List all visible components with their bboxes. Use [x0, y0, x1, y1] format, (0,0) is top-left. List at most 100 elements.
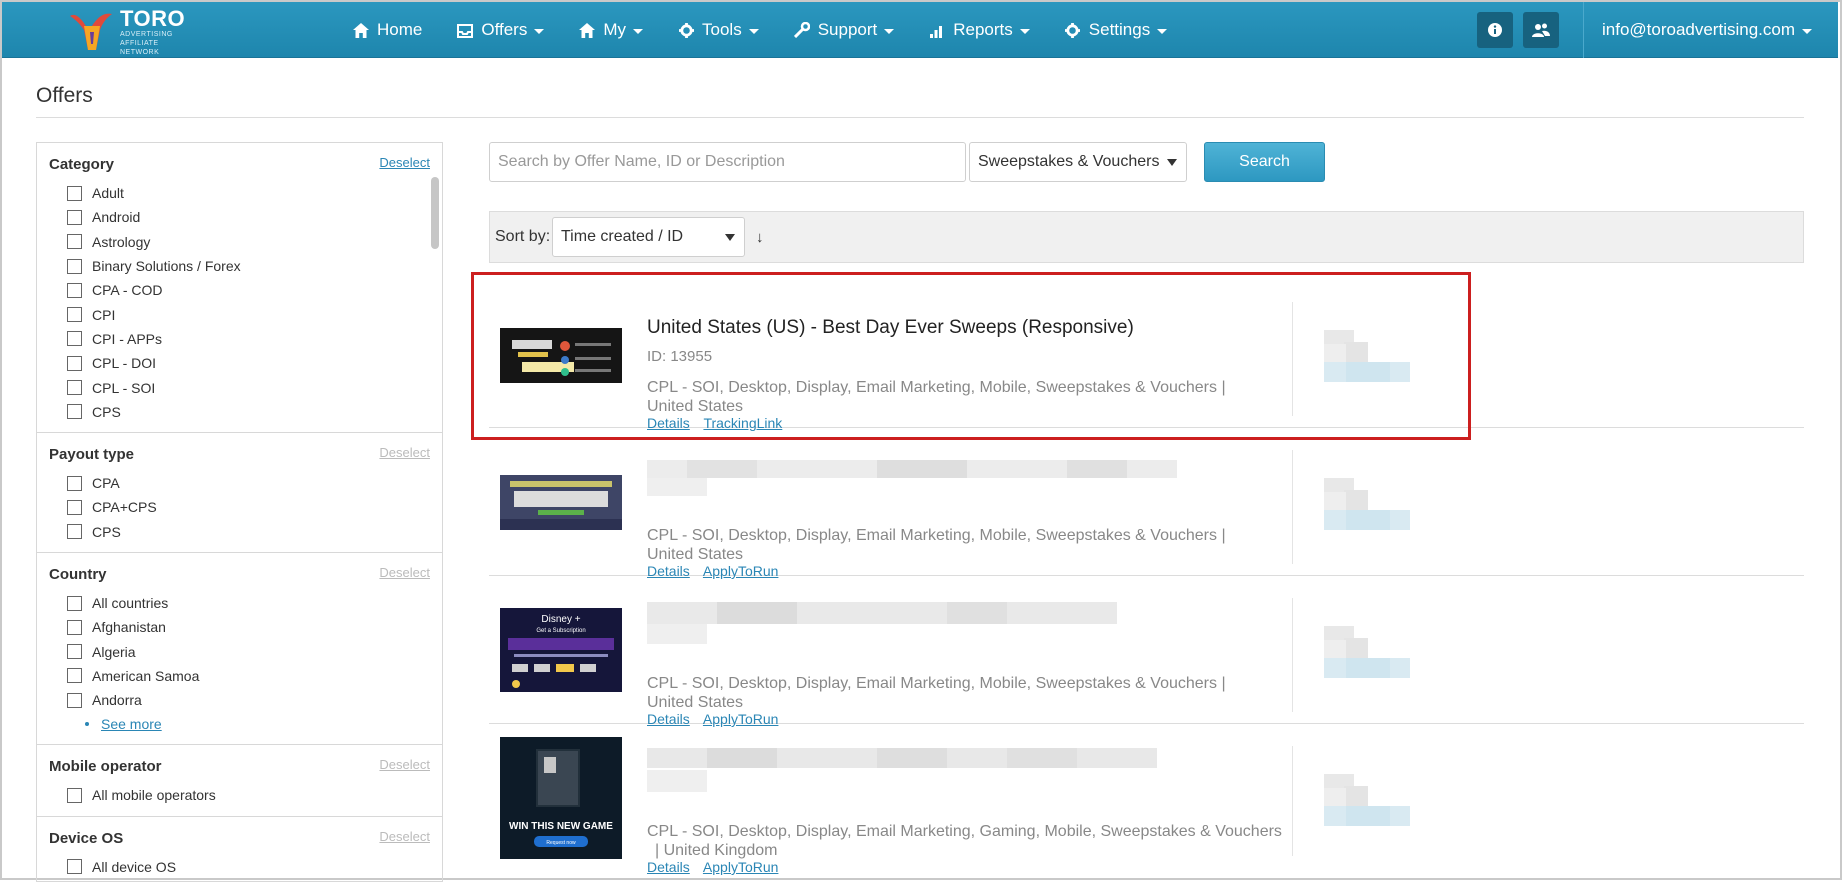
checkbox[interactable] [67, 380, 82, 396]
filter-option[interactable]: Binary Solutions / Forex [49, 254, 442, 278]
filter-option[interactable]: All device OS [49, 855, 442, 879]
filter-option[interactable]: Algeria [49, 639, 442, 663]
brand-tagline: ADVERTISING [120, 30, 173, 38]
checkbox[interactable] [67, 644, 82, 660]
filter-option[interactable]: CPA [49, 471, 442, 495]
chevron-down-icon [884, 28, 895, 34]
deselect-link[interactable]: Deselect [379, 155, 430, 170]
details-link[interactable]: Details [647, 859, 690, 875]
offer-row: CPL - SOI, Desktop, Display, Email Marke… [489, 428, 1804, 579]
checkbox[interactable] [67, 499, 82, 515]
filter-option[interactable]: CPS [49, 400, 442, 424]
offer-thumbnail[interactable] [500, 475, 622, 530]
checkbox[interactable] [67, 787, 82, 803]
checkbox[interactable] [67, 331, 82, 347]
top-navbar: TORO ADVERTISING AFFILIATE NETWORK Home … [2, 2, 1838, 58]
deselect-link[interactable]: Deselect [379, 757, 430, 772]
deselect-link[interactable]: Deselect [379, 565, 430, 580]
apply-to-run-link[interactable]: ApplyToRun [703, 859, 779, 875]
sort-label: Sort by: [495, 228, 551, 245]
chevron-down-icon [534, 28, 545, 34]
filter-option[interactable]: Android [49, 205, 442, 229]
checkbox[interactable] [67, 404, 82, 420]
filter-group-country: Country Deselect All countries Afghanist… [37, 553, 442, 746]
nav-reports-label: Reports [953, 20, 1013, 39]
chevron-down-icon [1019, 28, 1030, 34]
info-icon [1487, 23, 1502, 37]
offer-thumbnail[interactable] [500, 328, 622, 383]
nav-support-label: Support [817, 20, 878, 39]
filter-option[interactable]: Afghanistan [49, 615, 442, 639]
checkbox[interactable] [67, 859, 82, 875]
nav-settings-label: Settings [1088, 20, 1151, 39]
offer-categories: CPL - SOI, Desktop, Display, Email Marke… [647, 527, 1226, 563]
filter-option[interactable]: Astrology [49, 230, 442, 254]
users-icon [1531, 23, 1550, 37]
filter-option[interactable]: CPA - COD [49, 278, 442, 302]
checkbox[interactable] [67, 307, 82, 323]
sort-select-value: Time created / ID [561, 228, 684, 245]
divider [1292, 598, 1293, 712]
checkbox[interactable] [67, 282, 82, 298]
filter-sidebar: Category Deselect Adult Android Astrolog… [36, 142, 443, 882]
checkbox[interactable] [67, 185, 82, 201]
nav-right: info@toroadvertising.com [1476, 2, 1838, 58]
checkbox[interactable] [67, 209, 82, 225]
payout-redacted [1324, 626, 1410, 680]
filter-option[interactable]: CPL - SOI [49, 375, 442, 399]
offer-title-redacted [647, 740, 1157, 796]
offer-thumbnail[interactable]: WIN THIS NEW GAME Request now [500, 737, 622, 859]
offer-title[interactable]: United States (US) - Best Day Ever Sweep… [647, 317, 1134, 339]
checkbox[interactable] [67, 619, 82, 635]
filter-option[interactable]: CPI [49, 302, 442, 326]
thumb-sub: Get a Subscription [536, 628, 585, 634]
sort-select[interactable]: Time created / ID [552, 217, 745, 257]
nav-settings[interactable]: Settings [1064, 20, 1168, 40]
filter-option[interactable]: CPS [49, 520, 442, 544]
filter-group-category: Category Deselect Adult Android Astrolog… [37, 143, 442, 433]
nav-offers[interactable]: Offers [456, 20, 545, 40]
gear-icon [677, 21, 695, 39]
thumb-btn: Request now [546, 840, 576, 846]
checkbox[interactable] [67, 524, 82, 540]
offer-thumbnail[interactable]: Disney + Get a Subscription [500, 608, 622, 692]
filter-option[interactable]: American Samoa [49, 664, 442, 688]
offer-row: Disney + Get a Subscription CPL - SOI, D… [489, 576, 1804, 727]
filter-option[interactable]: All countries [49, 591, 442, 615]
nav-my[interactable]: My [578, 20, 644, 40]
nav-reports[interactable]: Reports [928, 20, 1030, 40]
checkbox[interactable] [67, 234, 82, 250]
offer-id: ID: 13955 [647, 348, 713, 365]
user-email: info@toroadvertising.com [1601, 20, 1795, 39]
filter-option[interactable]: All mobile operators [49, 783, 442, 807]
checkbox[interactable] [67, 475, 82, 491]
search-input[interactable] [489, 142, 966, 182]
checkbox[interactable] [67, 595, 82, 611]
wrench-icon [793, 21, 811, 39]
deselect-link[interactable]: Deselect [379, 445, 430, 460]
filter-option[interactable]: Andorra [49, 688, 442, 712]
offer-categories: CPL - SOI, Desktop, Display, Email Marke… [647, 823, 1282, 859]
checkbox[interactable] [67, 692, 82, 708]
nav-home[interactable]: Home [352, 20, 422, 40]
deselect-link[interactable]: Deselect [379, 829, 430, 844]
checkbox[interactable] [67, 668, 82, 684]
offer-title-redacted [647, 594, 1117, 648]
home-icon [578, 21, 596, 39]
filter-option[interactable]: CPA+CPS [49, 495, 442, 519]
user-menu[interactable]: info@toroadvertising.com [1602, 20, 1812, 40]
search-button[interactable]: Search [1204, 142, 1325, 182]
checkbox[interactable] [67, 258, 82, 274]
nav-tools[interactable]: Tools [677, 20, 759, 40]
nav-support[interactable]: Support [793, 20, 895, 40]
filter-option[interactable]: CPL - DOI [49, 351, 442, 375]
brand-logo[interactable]: TORO ADVERTISING AFFILIATE NETWORK [66, 7, 196, 56]
category-select[interactable]: Sweepstakes & Vouchers [969, 142, 1187, 182]
info-button[interactable] [1476, 12, 1513, 48]
filter-option[interactable]: Adult [49, 181, 442, 205]
filter-option[interactable]: CPI - APPs [49, 327, 442, 351]
see-more-link[interactable]: See more [49, 712, 442, 736]
users-button[interactable] [1522, 12, 1559, 48]
checkbox[interactable] [67, 355, 82, 371]
sort-direction-icon[interactable]: ↓ [756, 229, 764, 246]
